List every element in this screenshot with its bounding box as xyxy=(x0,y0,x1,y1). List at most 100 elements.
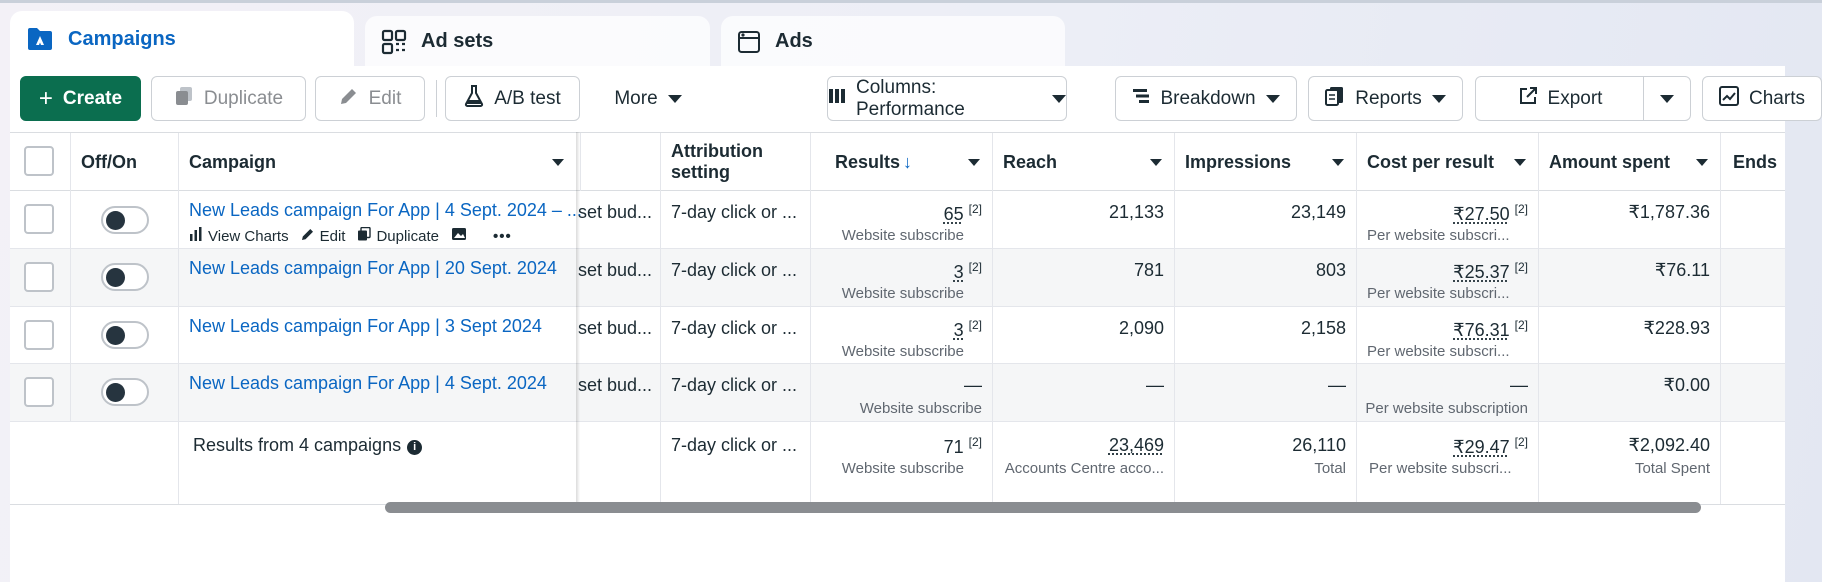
view-charts-link[interactable]: View Charts xyxy=(189,227,289,245)
cpr-number[interactable]: ₹76.31 xyxy=(1453,320,1510,340)
toggle-knob xyxy=(106,383,125,402)
table-row[interactable]: New Leads campaign For App | 4 Sept. 202… xyxy=(10,191,1785,249)
reports-button[interactable]: Reports xyxy=(1308,76,1463,121)
export-options-button[interactable] xyxy=(1643,76,1691,121)
campaign-toggle[interactable] xyxy=(101,378,149,406)
footnote-ref: [2] xyxy=(1514,202,1528,216)
columns-button[interactable]: Columns: Performance xyxy=(827,76,1067,121)
reach-label: Accounts Centre acco... xyxy=(1004,460,1164,477)
footnote-ref: [2] xyxy=(968,435,982,449)
campaign-toggle[interactable] xyxy=(101,263,149,291)
campaign-name-link[interactable]: New Leads campaign For App | 4 Sept. 202… xyxy=(189,373,547,394)
budget-text: set bud... xyxy=(578,375,653,395)
results-number[interactable]: 65 xyxy=(944,204,964,224)
reach-cell: 2,090 xyxy=(992,307,1174,363)
campaign-name-link[interactable]: New Leads campaign For App | 3 Sept 2024 xyxy=(189,316,542,337)
reach-value: 781 xyxy=(1133,260,1164,280)
table-row[interactable]: New Leads campaign For App | 20 Sept. 20… xyxy=(10,249,1785,307)
campaign-name-link[interactable]: New Leads campaign For App | 20 Sept. 20… xyxy=(189,258,557,279)
edit-button[interactable]: Edit xyxy=(315,76,425,121)
row-edit-link[interactable]: Edit xyxy=(301,227,346,245)
attribution-cell: 7-day click or ... xyxy=(660,307,810,363)
spent-label: Total Spent xyxy=(1634,460,1710,477)
results-number[interactable]: 3 xyxy=(954,262,964,282)
breakdown-button[interactable]: Breakdown xyxy=(1115,76,1297,121)
attribution-text: 7-day click or ... xyxy=(671,260,798,280)
cpr-value: ₹27.50 [2] xyxy=(1453,202,1528,225)
column-label: Results xyxy=(835,151,901,172)
charts-button[interactable]: Charts xyxy=(1702,76,1822,121)
row-duplicate-link[interactable]: Duplicate xyxy=(357,226,439,245)
header-results[interactable]: Results ↓ xyxy=(810,133,992,191)
campaign-toggle[interactable] xyxy=(101,206,149,234)
cpr-number[interactable]: ₹27.50 xyxy=(1453,204,1510,224)
results-number[interactable]: 3 xyxy=(954,320,964,340)
results-value: 3 [2] xyxy=(954,318,982,341)
reach-value[interactable]: 23,469 xyxy=(1109,435,1164,456)
spent-value: ₹2,092.40 xyxy=(1628,435,1710,455)
cpr-number[interactable]: ₹25.37 xyxy=(1453,262,1510,282)
cpr-number[interactable]: ₹29.47 xyxy=(1453,437,1510,457)
row-action-links: View Charts Edit Duplicate ••• xyxy=(189,226,512,245)
reach-cell: 781 xyxy=(992,249,1174,306)
bar-chart-icon xyxy=(189,227,203,245)
header-cost-per-result[interactable]: Cost per result xyxy=(1356,133,1538,191)
column-label: Off/On xyxy=(81,151,137,172)
results-value: — xyxy=(964,375,982,395)
column-label-line1: Attribution xyxy=(671,141,763,161)
toggle-cell xyxy=(70,191,178,248)
campaign-toggle[interactable] xyxy=(101,321,149,349)
tab-ad-sets[interactable]: Ad sets xyxy=(365,16,710,67)
tab-ads[interactable]: Ads xyxy=(721,16,1065,67)
attribution-cell: 7-day click or ... xyxy=(660,249,810,306)
ad-sets-grid-icon xyxy=(381,29,407,55)
header-attribution[interactable]: Attribution setting xyxy=(660,133,810,191)
results-label: Website subscribe xyxy=(841,343,964,360)
column-label: Campaign xyxy=(189,151,277,172)
results-cell: 3 [2] Website subscribe xyxy=(810,307,992,363)
duplicate-button[interactable]: Duplicate xyxy=(151,76,306,121)
header-campaign[interactable]: Campaign xyxy=(178,133,576,191)
bid-strategy-cell: set bud... xyxy=(578,191,660,248)
cpr-label: Per website subscri... xyxy=(1367,227,1510,244)
ab-test-button[interactable]: A/B test xyxy=(445,76,580,121)
tab-campaigns[interactable]: Campaigns xyxy=(10,11,354,67)
summary-spacer xyxy=(10,422,178,504)
header-ends[interactable]: Ends xyxy=(1720,133,1785,191)
more-label: More xyxy=(614,87,658,109)
more-actions-icon[interactable]: ••• xyxy=(493,228,512,245)
cpr-label: Per website subscri... xyxy=(1367,285,1510,302)
results-number: 71 xyxy=(943,437,964,457)
cpr-label: Per website subscri... xyxy=(1369,460,1512,477)
select-all-checkbox[interactable] xyxy=(24,146,54,176)
select-cell xyxy=(10,191,70,248)
duplicate-label: Duplicate xyxy=(203,87,284,109)
header-reach[interactable]: Reach xyxy=(992,133,1174,191)
row-checkbox[interactable] xyxy=(24,204,54,234)
select-cell xyxy=(10,249,70,306)
row-checkbox[interactable] xyxy=(24,320,54,350)
table-row[interactable]: New Leads campaign For App | 3 Sept 2024… xyxy=(10,307,1785,364)
info-icon[interactable]: i xyxy=(407,440,423,455)
create-button[interactable]: + Create xyxy=(20,76,141,121)
bid-strategy-cell: set bud... xyxy=(578,249,660,306)
sort-caret-icon xyxy=(1150,159,1162,166)
chart-icon xyxy=(1719,85,1740,112)
more-button[interactable]: More xyxy=(588,76,708,121)
edit-label: Edit xyxy=(368,87,402,109)
header-impressions[interactable]: Impressions xyxy=(1174,133,1356,191)
horizontal-scrollbar[interactable] xyxy=(385,502,1701,513)
ab-test-label: A/B test xyxy=(494,87,561,109)
header-amount-spent[interactable]: Amount spent xyxy=(1538,133,1720,191)
export-button[interactable]: Export xyxy=(1475,76,1645,121)
summary-reach-cell: 23,469 Accounts Centre acco... xyxy=(992,422,1174,504)
row-checkbox[interactable] xyxy=(24,377,54,407)
row-checkbox[interactable] xyxy=(24,262,54,292)
results-cell: 65 [2] Website subscribe xyxy=(810,191,992,248)
row-preview-link[interactable] xyxy=(451,227,467,245)
sort-caret-icon xyxy=(1514,159,1526,166)
table-row[interactable]: New Leads campaign For App | 4 Sept. 202… xyxy=(10,364,1785,422)
edit-label: Edit xyxy=(319,227,346,245)
campaign-name-link[interactable]: New Leads campaign For App | 4 Sept. 202… xyxy=(189,200,582,221)
cost-per-result-cell: — Per website subscription xyxy=(1356,364,1538,421)
